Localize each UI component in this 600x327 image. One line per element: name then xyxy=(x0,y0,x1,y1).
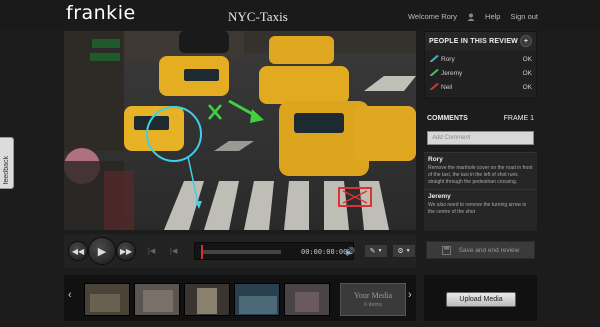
media-thumbnail[interactable] xyxy=(284,283,330,316)
comment-text: We also need to remove the turning arrow… xyxy=(428,202,527,215)
pen-icon xyxy=(430,55,439,62)
comment-author: Rory xyxy=(428,156,443,163)
plus-icon[interactable]: + xyxy=(520,35,532,47)
comments-header: COMMENTS FRAME 1 xyxy=(424,110,537,126)
fast-forward-icon[interactable]: ▶▶ xyxy=(116,241,136,261)
user-menu: Welcome Rory Help Sign out xyxy=(408,12,538,21)
timecode: 00:00:00:00 xyxy=(301,248,348,256)
save-end-review-label: Save and end review xyxy=(458,246,520,254)
user-icon[interactable] xyxy=(467,13,475,21)
comment-author: Jeremy xyxy=(428,193,451,200)
step-forward-icon[interactable]: |◀ xyxy=(170,247,177,255)
save-end-review-button[interactable]: Save and end review xyxy=(426,241,535,259)
upload-panel: Upload Media xyxy=(424,275,537,321)
media-count: 6 items xyxy=(364,302,382,308)
timeline-scrubber[interactable]: 00:00:00:00 🔊 xyxy=(194,242,355,260)
frame-label: FRAME 1 xyxy=(503,114,534,122)
media-filmstrip: ‹ Your Media 6 items › xyxy=(64,275,416,321)
review-title: NYC-Taxis xyxy=(228,9,288,24)
media-thumbnail[interactable] xyxy=(184,283,230,316)
step-back-icon[interactable]: |◀ xyxy=(148,247,155,255)
welcome-text: Welcome Rory xyxy=(407,12,458,21)
people-heading: PEOPLE IN THIS REVIEW xyxy=(429,37,518,45)
chevron-right-icon[interactable]: › xyxy=(408,289,412,301)
person-name: Rory xyxy=(441,55,455,63)
app-logo[interactable]: frankie xyxy=(66,2,136,24)
comment-list: Rory Remove the manhole cover on the roa… xyxy=(424,152,537,231)
save-icon xyxy=(441,245,451,255)
player-controls: ◀◀ ▶ ▶▶ |◀ |◀ 00:00:00:00 🔊 ✎ ▼ ⚙ ▼ xyxy=(64,234,416,268)
playhead[interactable] xyxy=(201,245,203,259)
comments-heading: COMMENTS xyxy=(427,114,468,122)
sign-out-link[interactable]: Sign out xyxy=(510,12,538,21)
help-link[interactable]: Help xyxy=(485,12,500,21)
person-status: OK xyxy=(522,55,532,63)
timeline-track[interactable] xyxy=(201,250,281,254)
video-image xyxy=(64,31,416,230)
feedback-label: feedback xyxy=(3,155,10,184)
your-media-tile[interactable]: Your Media 6 items xyxy=(340,283,406,316)
person-status: OK xyxy=(522,69,532,77)
comment-item[interactable]: Jeremy We also need to remove the turnin… xyxy=(424,190,537,219)
person-row[interactable]: Neil OK xyxy=(429,80,532,94)
media-thumbnail[interactable] xyxy=(134,283,180,316)
volume-icon[interactable]: 🔊 xyxy=(345,247,355,256)
comment-text: Remove the manhole cover on the road in … xyxy=(428,165,533,185)
top-bar: frankie NYC-Taxis Welcome Rory Help Sign… xyxy=(0,0,600,30)
rewind-icon[interactable]: ◀◀ xyxy=(68,241,88,261)
play-icon[interactable]: ▶ xyxy=(88,237,116,265)
pen-icon xyxy=(430,83,439,90)
upload-media-button[interactable]: Upload Media xyxy=(446,292,516,307)
gear-icon[interactable]: ⚙ ▼ xyxy=(392,244,416,258)
people-panel: PEOPLE IN THIS REVIEW + Rory OK Jeremy O… xyxy=(424,31,537,99)
person-name: Jeremy xyxy=(441,69,463,77)
your-media-label: Your Media xyxy=(353,291,393,300)
chevron-left-icon[interactable]: ‹ xyxy=(68,289,72,301)
video-frame[interactable] xyxy=(64,31,416,230)
comment-item[interactable]: Rory Remove the manhole cover on the roa… xyxy=(424,153,537,190)
person-row[interactable]: Rory OK xyxy=(429,52,532,66)
person-status: OK xyxy=(522,83,532,91)
pen-tool-icon[interactable]: ✎ ▼ xyxy=(364,244,388,258)
feedback-tab[interactable]: feedback xyxy=(0,137,14,189)
person-row[interactable]: Jeremy OK xyxy=(429,66,532,80)
media-thumbnail[interactable] xyxy=(234,283,280,316)
pen-icon xyxy=(430,69,439,76)
person-name: Neil xyxy=(441,83,453,91)
add-comment-input[interactable]: Add Comment xyxy=(427,131,534,145)
people-list: Rory OK Jeremy OK Neil OK xyxy=(425,50,536,98)
media-thumbnail[interactable] xyxy=(84,283,130,316)
